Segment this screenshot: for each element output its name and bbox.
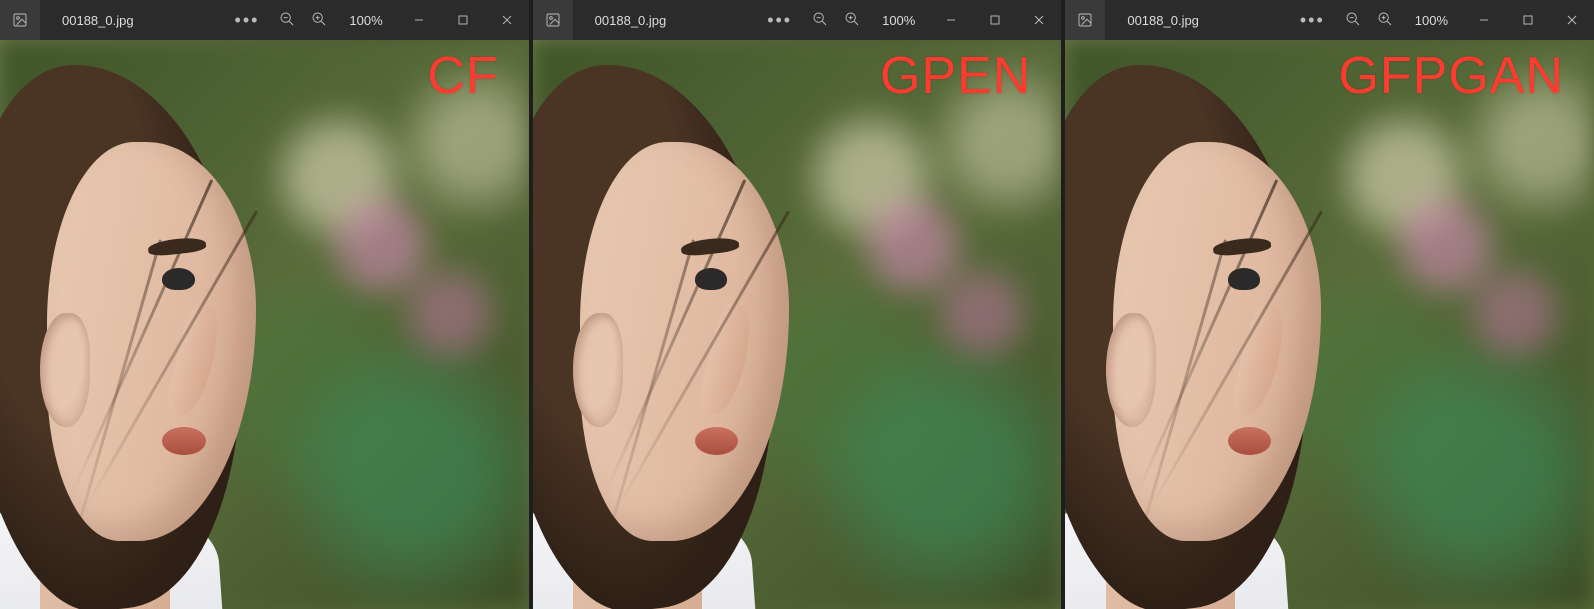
picture-icon bbox=[12, 12, 28, 28]
method-label: CF bbox=[427, 46, 498, 106]
photo-content: GPEN bbox=[533, 40, 1062, 609]
zoom-level[interactable]: 100% bbox=[1409, 13, 1454, 28]
method-label: GPEN bbox=[880, 46, 1031, 106]
zoom-in-button[interactable] bbox=[311, 11, 327, 30]
close-button[interactable] bbox=[1550, 0, 1594, 40]
minimize-icon bbox=[1476, 12, 1492, 28]
image-canvas[interactable]: GPEN bbox=[533, 40, 1062, 609]
maximize-button[interactable] bbox=[1506, 0, 1550, 40]
more-menu-button[interactable]: ••• bbox=[231, 11, 264, 29]
more-menu-button[interactable]: ••• bbox=[763, 11, 796, 29]
more-menu-button[interactable]: ••• bbox=[1296, 11, 1329, 29]
titlebar: 00188_0.jpg ••• 100% bbox=[0, 0, 529, 40]
minimize-button[interactable] bbox=[929, 0, 973, 40]
minimize-button[interactable] bbox=[1462, 0, 1506, 40]
app-icon[interactable] bbox=[0, 0, 40, 40]
picture-icon bbox=[1077, 12, 1093, 28]
zoom-out-button[interactable] bbox=[279, 11, 295, 30]
titlebar: 00188_0.jpg ••• 100% bbox=[1065, 0, 1594, 40]
zoom-in-icon bbox=[1377, 11, 1393, 27]
app-icon[interactable] bbox=[1065, 0, 1105, 40]
maximize-icon bbox=[455, 12, 471, 28]
minimize-icon bbox=[411, 12, 427, 28]
image-viewer-window: 00188_0.jpg ••• 100% bbox=[0, 0, 529, 609]
close-button[interactable] bbox=[1017, 0, 1061, 40]
zoom-out-icon bbox=[812, 11, 828, 27]
close-icon bbox=[1031, 12, 1047, 28]
maximize-icon bbox=[1520, 12, 1536, 28]
image-canvas[interactable]: GFPGAN bbox=[1065, 40, 1594, 609]
image-canvas[interactable]: CF bbox=[0, 40, 529, 609]
file-name: 00188_0.jpg bbox=[587, 13, 667, 28]
app-icon[interactable] bbox=[533, 0, 573, 40]
close-button[interactable] bbox=[485, 0, 529, 40]
minimize-button[interactable] bbox=[397, 0, 441, 40]
maximize-button[interactable] bbox=[973, 0, 1017, 40]
photo-content: GFPGAN bbox=[1065, 40, 1594, 609]
maximize-icon bbox=[987, 12, 1003, 28]
zoom-out-icon bbox=[1345, 11, 1361, 27]
image-viewer-window: 00188_0.jpg ••• 100% bbox=[533, 0, 1062, 609]
file-name: 00188_0.jpg bbox=[54, 13, 134, 28]
zoom-in-icon bbox=[844, 11, 860, 27]
picture-icon bbox=[545, 12, 561, 28]
zoom-level[interactable]: 100% bbox=[343, 13, 388, 28]
close-icon bbox=[499, 12, 515, 28]
zoom-in-icon bbox=[311, 11, 327, 27]
zoom-in-button[interactable] bbox=[1377, 11, 1393, 30]
zoom-in-button[interactable] bbox=[844, 11, 860, 30]
image-viewer-window: 00188_0.jpg ••• 100% bbox=[1065, 0, 1594, 609]
zoom-out-icon bbox=[279, 11, 295, 27]
zoom-out-button[interactable] bbox=[812, 11, 828, 30]
method-label: GFPGAN bbox=[1338, 46, 1564, 106]
close-icon bbox=[1564, 12, 1580, 28]
titlebar: 00188_0.jpg ••• 100% bbox=[533, 0, 1062, 40]
maximize-button[interactable] bbox=[441, 0, 485, 40]
photo-content: CF bbox=[0, 40, 529, 609]
file-name: 00188_0.jpg bbox=[1119, 13, 1199, 28]
zoom-out-button[interactable] bbox=[1345, 11, 1361, 30]
zoom-level[interactable]: 100% bbox=[876, 13, 921, 28]
minimize-icon bbox=[943, 12, 959, 28]
